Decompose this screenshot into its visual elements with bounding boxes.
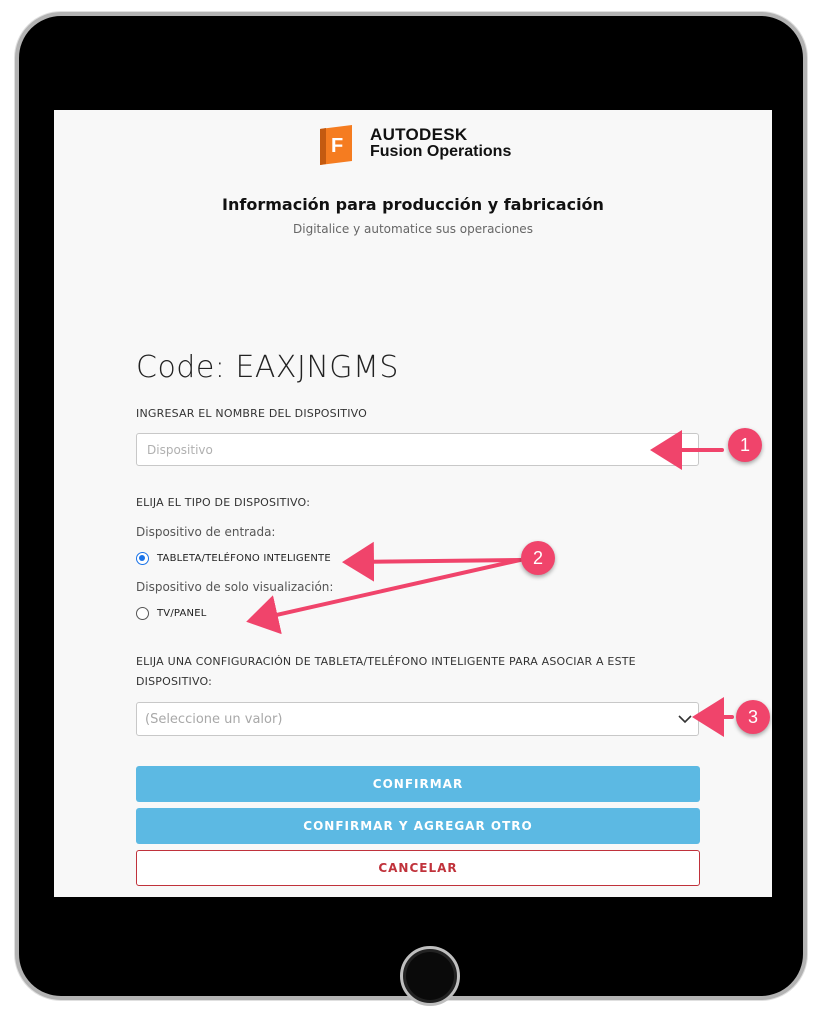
annotation-badge-1: 1 — [728, 428, 762, 462]
annotation-badge-3: 3 — [736, 700, 770, 734]
arrow-2 — [246, 541, 522, 635]
annotation-arrows — [246, 430, 734, 737]
annotation-badge-2: 2 — [521, 541, 555, 575]
